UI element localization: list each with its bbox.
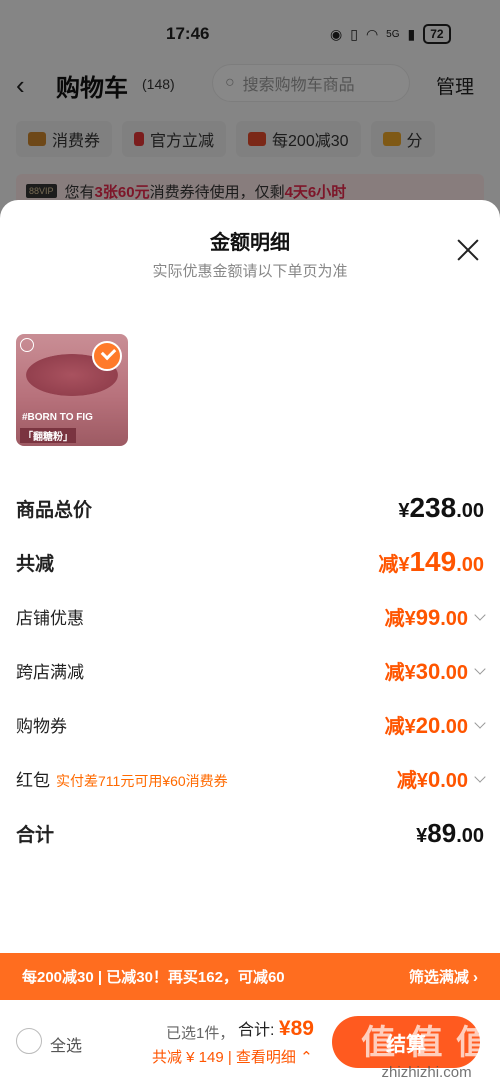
sheet-subtitle: 实际优惠金额请以下单页为准 — [152, 263, 348, 280]
row-red-packet[interactable]: 红包 实付差711元可用¥60消费券 减¥ 0.00 — [16, 764, 486, 793]
voucher-label: 购物券 — [16, 717, 67, 736]
promo-text: 每200减30 | 已减30！再买162，可减60 — [22, 969, 285, 986]
redpacket-label: 红包 — [16, 771, 50, 790]
row-cross-store[interactable]: 跨店满减 减¥ 30.00 — [16, 656, 486, 685]
promo-strip: 每200减30 | 已减30！再买162，可减60 筛选满减 › — [0, 953, 500, 1000]
watermark: 值 值 值 zhizhizhi.com — [361, 1015, 492, 1081]
brand-logo-icon — [20, 338, 34, 352]
view-detail-link[interactable]: 共减 ¥ 149 | 查看明细 ⌃ — [152, 1046, 313, 1067]
row-discount: 共减 减¥ 149.00 — [16, 546, 484, 578]
redpacket-label-group: 红包 实付差711元可用¥60消费券 — [16, 766, 228, 791]
select-all-radio[interactable] — [16, 1028, 42, 1054]
row-voucher[interactable]: 购物券 减¥ 20.00 — [16, 710, 486, 739]
redpacket-hint: 实付差711元可用¥60消费券 — [56, 773, 228, 789]
shop-value: 减¥ 99.00 — [385, 602, 486, 631]
total-value: ¥89.00 — [416, 818, 484, 848]
row-shop-discount[interactable]: 店铺优惠 减¥ 99.00 — [16, 602, 486, 631]
discount-label: 共减 — [16, 553, 55, 575]
total-label: 合计 — [16, 825, 55, 846]
filter-promo-button[interactable]: 筛选满减 › — [409, 966, 478, 987]
discount-value: 减¥ 149.00 — [378, 546, 484, 577]
watermark-url: zhizhizhi.com — [381, 1064, 472, 1081]
chevron-down-icon — [474, 717, 486, 729]
subtotal-value: ¥238.00 — [398, 492, 484, 523]
close-icon[interactable] — [456, 238, 480, 262]
chevron-down-icon — [474, 771, 486, 783]
selected-count: 已选1件， — [166, 1025, 235, 1042]
product-line1: #BORN TO FIG — [22, 412, 93, 423]
chevron-down-icon — [474, 663, 486, 675]
sheet-title: 金额明细 — [210, 232, 290, 254]
selected-check-icon[interactable] — [92, 341, 122, 371]
watermark-logo: 值 值 值 — [361, 1024, 492, 1062]
cross-label: 跨店满减 — [16, 663, 84, 682]
subtotal-label: 商品总价 — [16, 499, 93, 521]
shop-label: 店铺优惠 — [16, 609, 84, 628]
select-all-label[interactable]: 全选 — [50, 1032, 82, 1056]
redpacket-value: 减¥ 0.00 — [397, 764, 486, 793]
chevron-down-icon — [474, 609, 486, 621]
row-subtotal: 商品总价 ¥238.00 — [16, 492, 484, 524]
product-line2: 「翻糖粉」 — [20, 428, 76, 443]
cross-value: 减¥ 30.00 — [385, 656, 486, 685]
row-total: 合计 ¥89.00 — [16, 818, 484, 849]
bottom-total: 合计: ¥89 — [238, 1017, 314, 1040]
bottom-bar: 全选 已选1件， 合计: ¥89 共减 ¥ 149 | 查看明细 ⌃ 结算 值 … — [0, 1000, 500, 1085]
voucher-value: 减¥ 20.00 — [385, 710, 486, 739]
